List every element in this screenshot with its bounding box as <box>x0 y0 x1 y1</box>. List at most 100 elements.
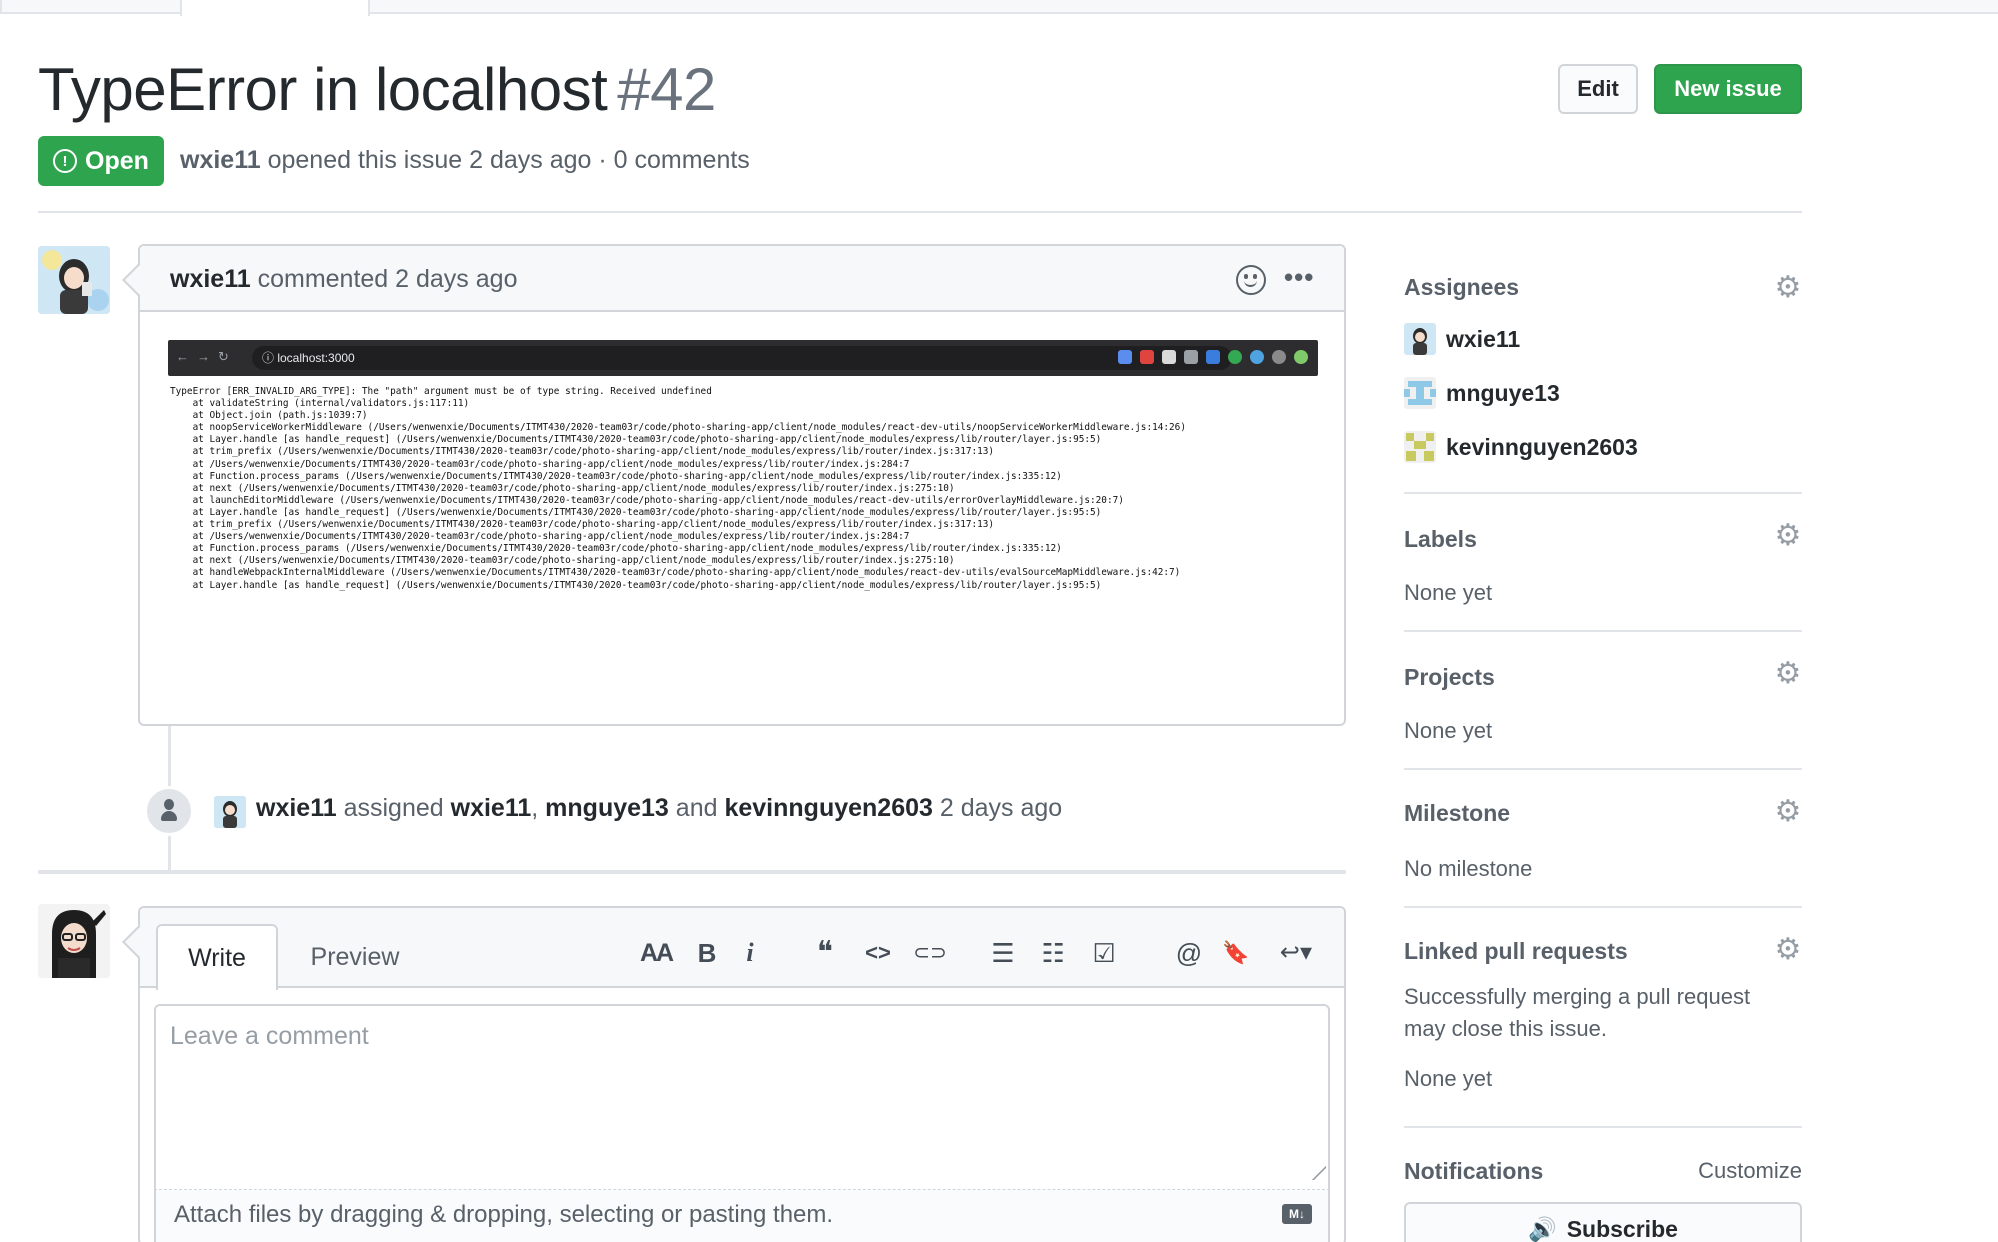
issue-author-link[interactable]: wxie11 <box>180 146 261 174</box>
smiley-icon[interactable] <box>1236 265 1266 295</box>
event-assignee-link[interactable]: kevinnguyen2603 <box>724 794 932 822</box>
tasklist-icon[interactable]: ☑ <box>1088 938 1120 968</box>
event-actor-link[interactable]: wxie11 <box>256 794 337 822</box>
event-timestamp[interactable]: 2 days ago <box>940 794 1062 822</box>
sidebar-projects-value: None yet <box>1404 718 1493 743</box>
comment-header-text: wxie11 commented 2 days ago <box>170 262 517 296</box>
stack-trace-line: at Layer.handle [as handle_request] (/Us… <box>170 506 1102 518</box>
sidebar-linked-prs-title[interactable]: Linked pull requests <box>1404 938 1628 965</box>
resize-handle-icon[interactable] <box>1310 1164 1326 1180</box>
stack-trace-line: at trim_prefix (/Users/wenwenxie/Documen… <box>170 519 995 531</box>
gear-icon[interactable]: ⚙ <box>1774 273 1802 303</box>
gear-icon[interactable]: ⚙ <box>1774 659 1802 689</box>
avatar[interactable] <box>38 904 110 978</box>
extension-icon <box>1294 350 1308 364</box>
issue-meta-text: opened this issue 2 days ago · 0 comment… <box>267 146 750 174</box>
attached-screenshot[interactable]: ←→↻ ⓘ localhost:3000 TypeError [ERR_INVA… <box>168 340 1318 600</box>
stack-trace-line: at next (/Users/wenwenxie/Documents/ITMT… <box>170 555 955 567</box>
stack-trace-line: TypeError [ERR_INVALID_ARG_TYPE]: The "p… <box>170 386 712 397</box>
gear-icon[interactable]: ⚙ <box>1774 797 1802 827</box>
customize-link[interactable]: Customize <box>1698 1158 1802 1184</box>
sidebar-milestone-title[interactable]: Milestone <box>1404 800 1510 827</box>
browser-url-text: localhost:3000 <box>277 351 355 365</box>
event-verb: assigned <box>343 794 444 822</box>
assignee-item[interactable]: wxie11 <box>1404 322 1520 356</box>
event-assignee-link[interactable]: mnguye13 <box>545 794 669 822</box>
issue-meta: wxie11 opened this issue 2 days ago · 0 … <box>180 143 750 177</box>
issue-opened-icon: ! <box>53 149 78 173</box>
mention-icon[interactable]: @ <box>1174 938 1204 968</box>
tab-preview[interactable]: Preview <box>290 924 420 990</box>
avatar <box>1404 323 1436 355</box>
avatar[interactable] <box>38 246 110 314</box>
sidebar-linked-prs: Linked pull requests ⚙ Successfully merg… <box>1404 908 1802 1128</box>
stack-trace-line: at launchEditorMiddleware (/Users/wenwen… <box>170 494 1124 506</box>
event-assignee-link[interactable]: wxie11 <box>451 794 532 822</box>
quote-icon[interactable]: ❝ <box>810 938 840 968</box>
sidebar-milestone-value: No milestone <box>1404 856 1533 881</box>
attach-files-bar[interactable]: Attach files by dragging & dropping, sel… <box>154 1190 1330 1242</box>
tab-stub-active[interactable] <box>180 0 370 16</box>
assignee-name: mnguye13 <box>1446 379 1560 406</box>
text-size-icon[interactable]: AA <box>638 938 674 968</box>
edit-button[interactable]: Edit <box>1558 64 1638 114</box>
top-tab-strip <box>0 0 1998 16</box>
assignee-name: kevinnguyen2603 <box>1446 433 1638 460</box>
avatar[interactable] <box>214 796 246 828</box>
stack-trace-line: at /Users/wenwenxie/Documents/ITMT430/20… <box>170 531 910 543</box>
sidebar-projects-title[interactable]: Projects <box>1404 664 1495 691</box>
sidebar-linked-prs-description: may close this issue. <box>1404 1016 1607 1041</box>
sidebar-labels-title[interactable]: Labels <box>1404 526 1477 553</box>
info-icon: ⓘ <box>262 351 278 365</box>
sidebar-projects: Projects ⚙ None yet <box>1404 632 1802 770</box>
gear-icon[interactable]: ⚙ <box>1774 521 1802 551</box>
composer-header: Write Preview AA B i ❝ <> ⊂⊃ ☰ ☷ ☑ @ 🔖 ↩… <box>140 908 1344 990</box>
kebab-horizontal-icon[interactable]: ••• <box>1284 262 1314 292</box>
person-icon <box>161 799 177 823</box>
list-ordered-icon[interactable]: ☷ <box>1038 938 1068 968</box>
reply-icon[interactable]: ↩▾ <box>1270 938 1322 968</box>
extension-icon <box>1228 350 1242 364</box>
tab-stub[interactable] <box>0 0 182 14</box>
sidebar-assignees: Assignees ⚙ wxie11 mnguye13 kevinnguyen2… <box>1404 244 1802 494</box>
comment-timestamp[interactable]: commented 2 days ago <box>258 265 518 293</box>
sidebar-linked-prs-value: None yet <box>1404 1066 1493 1091</box>
extension-icon <box>1140 350 1154 364</box>
subscribe-button[interactable]: 🔊 Subscribe <box>1404 1202 1802 1242</box>
timeline-divider <box>38 870 1346 874</box>
sidebar-labels: Labels ⚙ None yet <box>1404 494 1802 632</box>
stack-trace-line: at trim_prefix (/Users/wenwenxie/Documen… <box>170 446 995 458</box>
comment-header: wxie11 commented 2 days ago ••• <box>140 246 1344 312</box>
browser-nav-icons: ←→↻ <box>176 349 237 364</box>
stack-trace-line: at Layer.handle [as handle_request] (/Us… <box>170 434 1102 446</box>
browser-extension-icons <box>1118 350 1308 364</box>
comment-author-link[interactable]: wxie11 <box>170 265 251 293</box>
sidebar-labels-value: None yet <box>1404 580 1493 605</box>
list-unordered-icon[interactable]: ☰ <box>988 938 1018 968</box>
code-icon[interactable]: <> <box>862 938 894 968</box>
event-separator: and <box>675 794 718 822</box>
new-issue-button[interactable]: New issue <box>1654 64 1802 114</box>
header-divider <box>38 211 1802 213</box>
markdown-icon[interactable]: M↓ <box>1282 1204 1312 1224</box>
assignee-item[interactable]: kevinnguyen2603 <box>1404 430 1638 464</box>
bold-icon[interactable]: B <box>694 938 720 968</box>
extension-icon <box>1250 350 1264 364</box>
sidebar-notifications: Notifications Customize 🔊 Subscribe <box>1404 1128 1802 1242</box>
subscribe-button-label: Subscribe <box>1566 1215 1678 1242</box>
tab-write[interactable]: Write <box>156 924 278 990</box>
issue-number: #42 <box>617 56 716 123</box>
stack-trace-text: TypeError [ERR_INVALID_ARG_TYPE]: The "p… <box>170 386 1316 592</box>
event-separator: , <box>531 794 539 822</box>
sidebar-assignees-title[interactable]: Assignees <box>1404 274 1519 301</box>
assignee-item[interactable]: mnguye13 <box>1404 376 1560 410</box>
sidebar-notifications-title: Notifications <box>1404 1158 1544 1184</box>
comment-textarea[interactable] <box>154 1004 1330 1190</box>
italic-icon[interactable]: i <box>740 938 760 968</box>
bookmark-icon[interactable]: 🔖 <box>1222 938 1250 968</box>
assignee-name: wxie11 <box>1446 325 1521 352</box>
comment-card: wxie11 commented 2 days ago ••• ←→↻ ⓘ lo… <box>138 244 1346 726</box>
browser-url: ⓘ localhost:3000 <box>252 346 1232 370</box>
link-icon[interactable]: ⊂⊃ <box>913 938 947 968</box>
gear-icon[interactable]: ⚙ <box>1774 935 1802 965</box>
